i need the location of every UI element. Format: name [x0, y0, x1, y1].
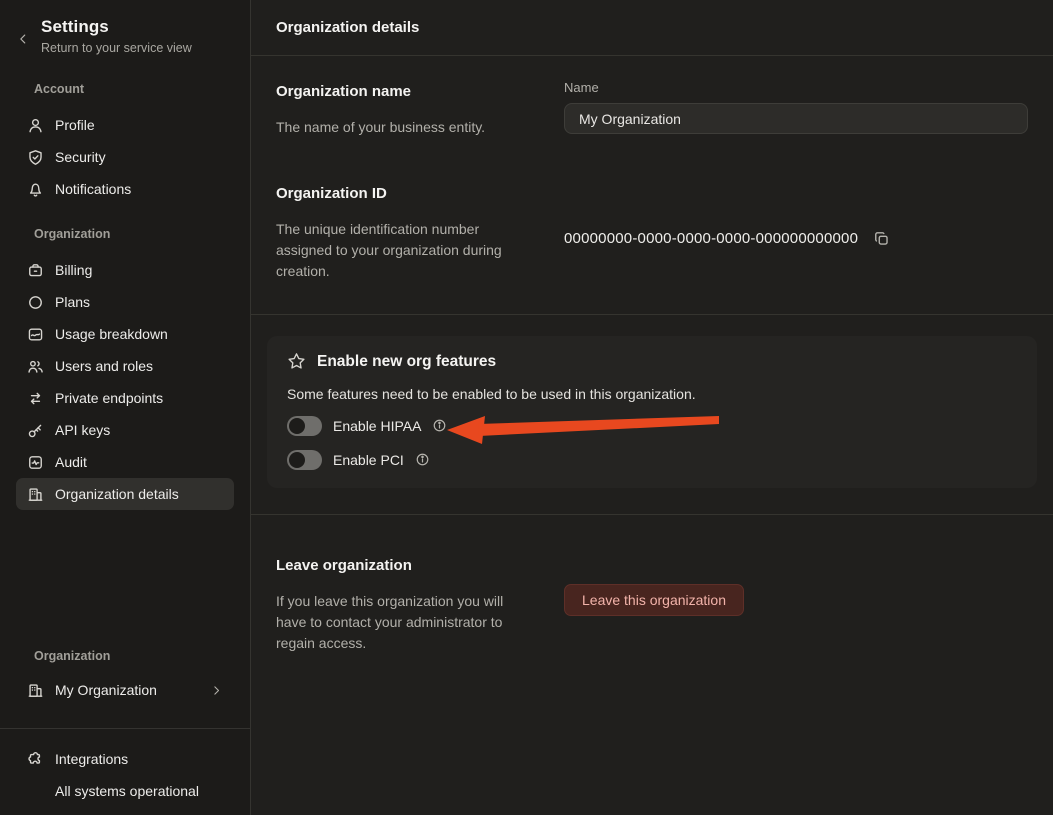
leave-org-heading: Leave organization	[276, 557, 540, 574]
sidebar-subtitle: Return to your service view	[41, 41, 192, 55]
section-divider	[251, 514, 1053, 515]
bell-icon	[27, 181, 44, 198]
features-card-description: Some features need to be enabled to be u…	[287, 386, 1017, 402]
section-label-organization: Organization	[0, 227, 250, 241]
user-icon	[27, 117, 44, 134]
org-id-value: 00000000-0000-0000-0000-000000000000	[564, 230, 858, 247]
info-icon[interactable]	[415, 452, 430, 467]
sidebar-item-label: Notifications	[55, 181, 131, 197]
sidebar-item-label: Profile	[55, 117, 95, 133]
org-name-section: Organization name The name of your busin…	[276, 56, 1028, 138]
main-panel: Organization details Organization name T…	[251, 0, 1053, 815]
section-label-org-switcher: Organization	[0, 649, 250, 663]
sidebar-item-security[interactable]: Security	[16, 141, 234, 173]
pci-toggle-label: Enable PCI	[333, 452, 404, 468]
circle-icon	[27, 294, 44, 311]
building-icon	[27, 682, 44, 699]
leave-organization-button[interactable]: Leave this organization	[564, 584, 744, 616]
toggle-knob	[289, 418, 305, 434]
sidebar-item-notifications[interactable]: Notifications	[16, 173, 234, 205]
leave-organization-section: Leave organization If you leave this org…	[276, 557, 1028, 654]
sidebar-item-api-keys[interactable]: API keys	[16, 414, 234, 446]
wallet-icon	[27, 262, 44, 279]
sidebar-item-label: Security	[55, 149, 106, 165]
sidebar-item-organization-details[interactable]: Organization details	[16, 478, 234, 510]
integrations-link[interactable]: Integrations	[16, 743, 234, 775]
toggle-knob	[289, 452, 305, 468]
page-content: Organization name The name of your busin…	[251, 56, 1053, 815]
audit-log-icon	[27, 454, 44, 471]
sidebar-item-private-endpoints[interactable]: Private endpoints	[16, 382, 234, 414]
org-id-description: The unique identification number assigne…	[276, 219, 528, 282]
puzzle-icon	[27, 751, 44, 768]
org-switcher-item[interactable]: My Organization	[16, 674, 234, 706]
leave-org-description: If you leave this organization you will …	[276, 591, 526, 654]
page-header: Organization details	[251, 0, 1053, 56]
enable-hipaa-toggle[interactable]	[287, 416, 322, 436]
usage-chart-icon	[27, 326, 44, 343]
copy-org-id-button[interactable]	[871, 228, 892, 249]
annotation-arrow	[445, 413, 719, 445]
chevron-right-icon	[210, 684, 223, 697]
sidebar-item-audit[interactable]: Audit	[16, 446, 234, 478]
sidebar-item-label: Plans	[55, 294, 90, 310]
back-button[interactable]	[14, 22, 32, 55]
org-name-description: The name of your business entity.	[276, 117, 540, 138]
sidebar-item-usage-breakdown[interactable]: Usage breakdown	[16, 318, 234, 350]
sidebar-title: Settings	[41, 17, 192, 37]
org-name-input[interactable]	[564, 103, 1028, 134]
sidebar-header: Settings Return to your service view	[0, 0, 250, 55]
org-name-heading: Organization name	[276, 83, 540, 100]
org-switcher-name: My Organization	[55, 682, 157, 698]
users-icon	[27, 358, 44, 375]
sidebar-item-label: Users and roles	[55, 358, 153, 374]
key-icon	[27, 422, 44, 439]
new-org-features-card: Enable new org features Some features ne…	[267, 336, 1037, 488]
sidebar-item-label: Organization details	[55, 486, 179, 502]
system-status-link[interactable]: All systems operational	[16, 775, 234, 807]
enable-pci-toggle[interactable]	[287, 450, 322, 470]
features-card-heading: Enable new org features	[317, 353, 496, 371]
sidebar-item-label: Billing	[55, 262, 92, 278]
section-label-account: Account	[0, 82, 250, 96]
copy-icon	[873, 230, 890, 247]
star-icon	[287, 352, 306, 371]
sidebar-item-plans[interactable]: Plans	[16, 286, 234, 318]
sidebar-item-billing[interactable]: Billing	[16, 254, 234, 286]
chevron-left-icon	[16, 32, 30, 46]
system-status-label: All systems operational	[55, 783, 199, 799]
integrations-label: Integrations	[55, 751, 128, 767]
sidebar-item-label: API keys	[55, 422, 110, 438]
swap-arrows-icon	[27, 390, 44, 407]
sidebar-item-label: Private endpoints	[55, 390, 163, 406]
org-id-section: Organization ID The unique identificatio…	[276, 185, 1028, 282]
shield-check-icon	[27, 149, 44, 166]
page-title: Organization details	[276, 19, 419, 36]
hipaa-toggle-label: Enable HIPAA	[333, 418, 421, 434]
org-id-heading: Organization ID	[276, 185, 540, 202]
building-icon	[27, 486, 44, 503]
section-divider	[251, 314, 1053, 315]
settings-sidebar: Settings Return to your service view Acc…	[0, 0, 251, 815]
sidebar-item-users-and-roles[interactable]: Users and roles	[16, 350, 234, 382]
pci-toggle-row: Enable PCI	[287, 449, 1017, 470]
sidebar-item-label: Usage breakdown	[55, 326, 168, 342]
sidebar-item-profile[interactable]: Profile	[16, 109, 234, 141]
sidebar-item-label: Audit	[55, 454, 87, 470]
name-field-label: Name	[564, 80, 1028, 95]
